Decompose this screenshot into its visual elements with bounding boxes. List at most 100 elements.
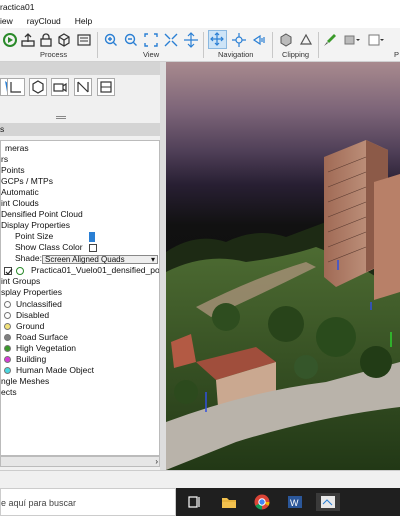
panel-divider-handle[interactable] xyxy=(56,116,66,119)
3d-view[interactable] xyxy=(166,62,400,470)
class-color-icon xyxy=(4,345,11,353)
toolbar-group-process: Process xyxy=(40,50,68,59)
shade-label: Shade: xyxy=(15,253,42,263)
panel-header-tree: s xyxy=(0,123,162,136)
point-size-slider[interactable] xyxy=(89,232,95,242)
toolbar-group-view: View xyxy=(143,50,160,59)
class-label: Building xyxy=(16,354,47,364)
tree-item-objects[interactable]: ects xyxy=(1,387,17,398)
class-color-icon xyxy=(4,312,11,320)
navigation-first-person-icon[interactable] xyxy=(251,32,267,48)
show-class-color-label: Show Class Color xyxy=(15,242,83,252)
zoom-in-icon[interactable] xyxy=(103,32,119,48)
tree-item-cameras[interactable]: meras xyxy=(5,143,29,154)
tree-item-point-groups[interactable]: int Groups xyxy=(1,276,40,287)
lock-icon[interactable] xyxy=(38,32,54,48)
layer-visibility-checkbox[interactable] xyxy=(4,267,13,275)
class-label: Ground xyxy=(16,321,45,331)
shade-select-value: Screen Aligned Quads xyxy=(45,255,125,264)
chrome-icon[interactable] xyxy=(253,493,271,511)
class-item-high-vegetation[interactable]: High Vegetation xyxy=(4,343,76,354)
class-color-icon xyxy=(4,367,11,375)
zoom-extents-icon[interactable] xyxy=(143,32,159,48)
shrink-view-icon[interactable] xyxy=(163,32,179,48)
shade-select[interactable]: Screen Aligned Quads ▾ xyxy=(42,255,158,264)
title-bar: ractica01 xyxy=(0,0,400,14)
cube-tool-icon[interactable] xyxy=(29,78,47,96)
point-size-label: Point Size xyxy=(15,231,54,241)
tree-item-cloud-file[interactable]: Practica01_Vuelo01_densified_poin... xyxy=(31,265,159,276)
taskbar-search-input[interactable]: e aquí para buscar xyxy=(0,488,176,516)
navigation-standard-icon[interactable] xyxy=(208,30,227,49)
word-icon[interactable]: W xyxy=(286,493,304,511)
brush-icon[interactable] xyxy=(322,32,338,48)
class-item-ground[interactable]: Ground xyxy=(4,321,44,332)
class-item-road-surface[interactable]: Road Surface xyxy=(4,332,68,343)
options-icon[interactable] xyxy=(76,32,92,48)
class-item-building[interactable]: Building xyxy=(4,354,46,365)
window-title: ractica01 xyxy=(0,2,35,12)
point-cloud-render xyxy=(166,140,400,470)
file-explorer-icon[interactable] xyxy=(220,493,238,511)
toolbar: Process View Navigation Clipping P xyxy=(0,28,400,62)
class-label: Unclassified xyxy=(16,299,62,309)
class-item-unclassified[interactable]: Unclassified xyxy=(4,299,62,310)
tree-item-groups-display-properties[interactable]: splay Properties xyxy=(1,287,62,298)
layers-tree: meras rs Points GCPs / MTPs Automatic in… xyxy=(0,140,160,456)
class-item-human-made-object[interactable]: Human Made Object xyxy=(4,365,94,376)
polyline-tool-icon[interactable] xyxy=(7,78,25,96)
navigation-trackball-icon[interactable] xyxy=(231,32,247,48)
class-label: Human Made Object xyxy=(16,365,94,375)
class-label: High Vegetation xyxy=(16,343,77,353)
toolbar-separator xyxy=(272,32,273,58)
svg-text:W: W xyxy=(290,498,299,508)
scroll-right-icon[interactable]: › xyxy=(155,457,158,466)
clipping-box-icon[interactable] xyxy=(278,32,294,48)
tree-item-rays[interactable]: rs xyxy=(1,154,8,165)
menu-raycloud[interactable]: rayCloud xyxy=(27,14,61,28)
taskbar: e aquí para buscar W xyxy=(0,488,400,516)
cube-icon[interactable] xyxy=(56,32,72,48)
zoom-out-icon[interactable] xyxy=(123,32,139,48)
class-color-icon xyxy=(4,356,11,364)
upload-icon[interactable] xyxy=(20,32,36,48)
toolbar-group-clipping: Clipping xyxy=(282,50,310,59)
menu-bar: iew rayCloud Help xyxy=(0,14,400,28)
toolbar-group-partial: P xyxy=(394,50,400,59)
expand-view-icon[interactable] xyxy=(183,32,199,48)
display-mode-dropdown-icon[interactable] xyxy=(344,32,360,48)
pix4d-app-icon[interactable] xyxy=(316,493,340,511)
toolbar-separator xyxy=(318,32,319,58)
background-dropdown-icon[interactable] xyxy=(368,32,384,48)
panel-header-layers xyxy=(0,62,162,75)
tree-item-display-properties[interactable]: Display Properties xyxy=(1,220,70,231)
process-start-icon[interactable] xyxy=(2,32,18,48)
toolbar-separator xyxy=(97,32,98,58)
toolbar-separator xyxy=(203,32,204,58)
chevron-down-icon: ▾ xyxy=(150,255,155,264)
search-placeholder: e aquí para buscar xyxy=(1,498,77,508)
status-bar xyxy=(0,470,400,488)
tree-item-tie-points[interactable]: Points xyxy=(1,165,25,176)
class-label: Disabled xyxy=(16,310,50,320)
taskbar-apps: W xyxy=(176,488,400,516)
tree-item-point-clouds[interactable]: int Clouds xyxy=(1,198,39,209)
menu-view[interactable]: iew xyxy=(0,14,13,28)
tree-item-automatic[interactable]: Automatic xyxy=(1,187,39,198)
menu-help[interactable]: Help xyxy=(75,14,92,28)
class-label: Road Surface xyxy=(16,332,68,342)
class-color-icon xyxy=(4,334,11,342)
horizontal-scrollbar[interactable]: › xyxy=(0,456,160,467)
task-view-icon[interactable] xyxy=(186,493,204,511)
split-tool-icon[interactable] xyxy=(74,78,92,96)
clipping-plane-icon[interactable] xyxy=(298,32,314,48)
camera-tool-icon[interactable] xyxy=(51,78,69,96)
volume-tool-icon[interactable] xyxy=(97,78,115,96)
point-cloud-icon xyxy=(16,267,24,275)
tree-item-gcps[interactable]: GCPs / MTPs xyxy=(1,176,53,187)
class-item-disabled[interactable]: Disabled xyxy=(4,310,49,321)
class-color-icon xyxy=(4,323,11,331)
tree-item-densified[interactable]: Densified Point Cloud xyxy=(1,209,83,220)
show-class-color-checkbox[interactable] xyxy=(89,244,97,252)
tree-item-triangle-meshes[interactable]: ngle Meshes xyxy=(1,376,49,387)
